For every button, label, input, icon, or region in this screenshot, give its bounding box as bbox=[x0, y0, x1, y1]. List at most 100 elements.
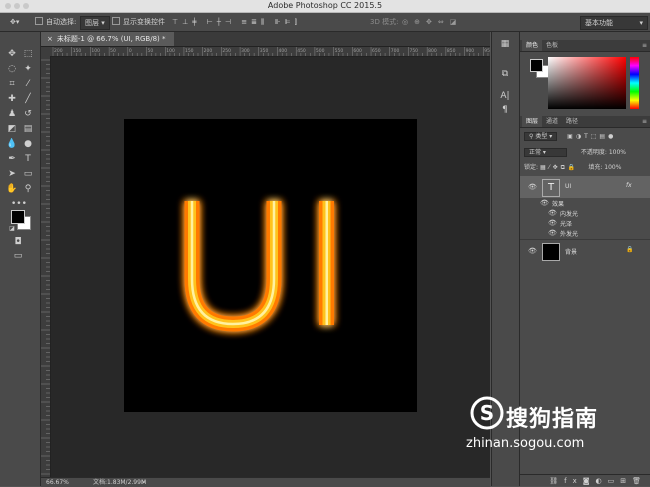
gradient-icon[interactable]: ▤ bbox=[21, 123, 35, 135]
show-transform-label: 显示变换控件 bbox=[123, 18, 165, 26]
ruler-label: 450 bbox=[297, 48, 306, 54]
ruler-label: 900 bbox=[466, 48, 475, 54]
foreground-color-swatch[interactable] bbox=[11, 210, 25, 224]
show-transform-checkbox[interactable]: 显示变换控件 bbox=[112, 16, 165, 28]
background-layer-thumb bbox=[542, 243, 560, 261]
options-bar: ✥▾ 自动选择: 图层 ▾ 显示变换控件 ⊤⊥╪ ⊢┼⊣ ≡≣⫼ ⊪⊫⫿ 3D … bbox=[0, 13, 650, 32]
tab-swatches[interactable]: 色板 bbox=[542, 40, 562, 51]
effect-row-inner-glow[interactable]: 👁 内发光 bbox=[520, 208, 650, 218]
layer-row-ui[interactable]: 👁 T UI fx bbox=[520, 176, 650, 198]
document-tab-bar: × 未标题-1 @ 66.7% (UI, RGB/8) * bbox=[41, 32, 490, 47]
outer-glow-eye-icon[interactable]: 👁 bbox=[548, 229, 557, 237]
tab-layers[interactable]: 图层 bbox=[522, 116, 543, 127]
effects-row[interactable]: 👁 效果 bbox=[520, 198, 650, 208]
paragraph-panel-icon[interactable]: ¶ bbox=[498, 104, 512, 116]
ruler-label: 50 bbox=[148, 48, 154, 54]
layer-filter-dropdown[interactable]: ⚲ 类型 ▾ bbox=[524, 132, 558, 141]
fx-icon[interactable]: fx bbox=[626, 182, 632, 189]
effect-satin: 光泽 bbox=[560, 221, 573, 228]
text-layer-thumb: T bbox=[542, 179, 560, 197]
layer-filter-icons[interactable]: ▣◑T⬚▤● bbox=[567, 133, 616, 140]
dodge-icon[interactable]: ● bbox=[21, 138, 35, 150]
tab-paths[interactable]: 路径 bbox=[562, 116, 582, 127]
effect-row-satin[interactable]: 👁 光泽 bbox=[520, 218, 650, 228]
opacity-value[interactable]: 100% bbox=[609, 149, 626, 156]
blend-mode-dropdown[interactable]: 正常 ▾ bbox=[524, 148, 567, 157]
ruler-vertical[interactable] bbox=[41, 56, 51, 477]
color-picker-field[interactable] bbox=[548, 57, 626, 109]
path-select-icon[interactable]: ➤ bbox=[5, 168, 19, 180]
watermark-text: 搜狗指南 bbox=[506, 407, 599, 432]
ruler-label: 400 bbox=[279, 48, 288, 54]
traffic-light-min[interactable] bbox=[14, 3, 20, 9]
lasso-icon[interactable]: ◌ bbox=[5, 63, 19, 75]
move-tool-icon[interactable]: ✥▾ bbox=[10, 16, 19, 28]
layer-row-background[interactable]: 👁 背景 🔒 bbox=[520, 239, 650, 262]
satin-eye-icon[interactable]: 👁 bbox=[548, 219, 557, 227]
3d-icons[interactable]: ◎⊕✥⇔◪ bbox=[402, 16, 462, 28]
shape-icon[interactable]: ▭ bbox=[21, 168, 35, 180]
ruler-label: 150 bbox=[185, 48, 194, 54]
history-panel-icon[interactable]: ▦ bbox=[498, 38, 512, 50]
ruler-label: 800 bbox=[428, 48, 437, 54]
color-fg-swatch[interactable] bbox=[530, 59, 543, 72]
effect-row-outer-glow[interactable]: 👁 外发光 bbox=[520, 228, 650, 238]
ruler-label: 100 bbox=[166, 48, 175, 54]
properties-panel-icon[interactable]: ⧉ bbox=[498, 68, 512, 80]
ruler-label: 200 bbox=[204, 48, 213, 54]
layer-name-ui[interactable]: UI bbox=[565, 183, 571, 190]
document-tab[interactable]: × 未标题-1 @ 66.7% (UI, RGB/8) * bbox=[41, 32, 174, 46]
watermark-url: zhinan.sogou.com bbox=[466, 436, 585, 451]
align-icons[interactable]: ⊤⊥╪ ⊢┼⊣ ≡≣⫼ ⊪⊫⫿ bbox=[172, 16, 301, 28]
screen-mode-icon[interactable]: ▭ bbox=[11, 250, 25, 262]
workspace-dropdown[interactable]: 基本功能 ▾ bbox=[580, 16, 648, 30]
panel-menu-icon[interactable]: ≡ bbox=[638, 40, 650, 51]
lock-icons[interactable]: ▦⁄✥⧉🔒 bbox=[540, 164, 578, 171]
tab-channels[interactable]: 通道 bbox=[542, 116, 562, 127]
ruler-label: 200 bbox=[54, 48, 63, 54]
layer-name-background[interactable]: 背景 bbox=[565, 247, 577, 256]
tab-close-icon[interactable]: × bbox=[47, 35, 53, 43]
blur-icon[interactable]: 💧 bbox=[5, 138, 19, 150]
visibility-eye-icon[interactable]: 👁 bbox=[528, 183, 537, 191]
layer-bottom-icons[interactable]: ⛓fx◙◐▭⊞🗑 bbox=[549, 477, 647, 485]
eraser-icon[interactable]: ◩ bbox=[5, 123, 19, 135]
traffic-light-zoom[interactable] bbox=[23, 3, 29, 9]
layers-menu-icon[interactable]: ≡ bbox=[638, 116, 650, 127]
inner-glow-eye-icon[interactable]: 👁 bbox=[548, 209, 557, 217]
type-tool-icon[interactable]: T bbox=[21, 153, 35, 165]
glowing-text-ui[interactable] bbox=[184, 201, 334, 332]
effects-eye-icon[interactable]: 👁 bbox=[540, 199, 549, 207]
auto-select-checkbox[interactable]: 自动选择: bbox=[35, 16, 76, 28]
ruler-label: 850 bbox=[447, 48, 456, 54]
fill-value[interactable]: 100% bbox=[604, 164, 621, 171]
brush-icon[interactable]: ╱ bbox=[21, 93, 35, 105]
blend-row: 正常 ▾ 不透明度: 100% bbox=[524, 148, 626, 158]
ruler-horizontal[interactable]: 200 150 100 50 0 50 100 150 200 250 300 350 400 450 50… bbox=[41, 47, 490, 57]
crop-icon[interactable]: ⌗ bbox=[5, 78, 19, 90]
lock-label: 锁定: bbox=[524, 164, 539, 171]
move-icon[interactable]: ✥ bbox=[5, 48, 19, 60]
quick-mask-icon[interactable]: ◘ bbox=[11, 236, 25, 248]
bg-visibility-eye-icon[interactable]: 👁 bbox=[528, 247, 537, 255]
eyedropper-icon[interactable]: ⁄ bbox=[21, 78, 35, 90]
effect-inner-glow: 内发光 bbox=[560, 211, 579, 218]
auto-select-dropdown[interactable]: 图层 ▾ bbox=[80, 16, 110, 30]
magic-wand-icon[interactable]: ✦ bbox=[21, 63, 35, 75]
pen-icon[interactable]: ✒ bbox=[5, 153, 19, 165]
app-title: Adobe Photoshop CC 2015.5 bbox=[267, 1, 383, 10]
healing-icon[interactable]: ✚ bbox=[5, 93, 19, 105]
traffic-light-close[interactable] bbox=[5, 3, 11, 9]
stamp-icon[interactable]: ♟ bbox=[5, 108, 19, 120]
marquee-icon[interactable]: ⬚ bbox=[21, 48, 35, 60]
hand-icon[interactable]: ✋ bbox=[5, 183, 19, 195]
document-canvas[interactable]: UI bbox=[124, 119, 417, 412]
character-panel-icon[interactable]: A| bbox=[498, 90, 512, 102]
default-colors-icon[interactable]: ◪ bbox=[5, 223, 19, 235]
history-brush-icon[interactable]: ↺ bbox=[21, 108, 35, 120]
tab-color[interactable]: 颜色 bbox=[522, 40, 543, 51]
more-tools-icon[interactable]: ••• bbox=[11, 198, 27, 210]
hue-slider[interactable] bbox=[630, 57, 639, 109]
effect-outer-glow: 外发光 bbox=[560, 231, 579, 238]
zoom-icon[interactable]: ⚲ bbox=[21, 183, 35, 195]
